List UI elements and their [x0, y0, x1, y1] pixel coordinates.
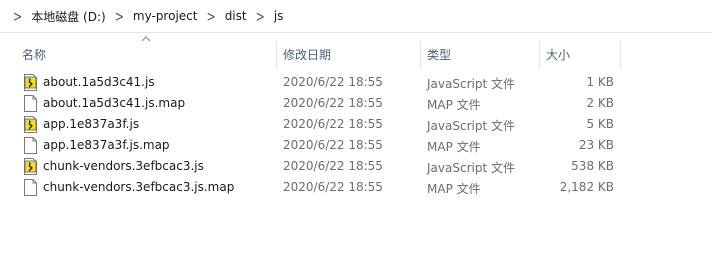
breadcrumb-separator-icon[interactable]: > [249, 7, 272, 25]
breadcrumb-item-drive[interactable]: 本地磁盘 (D:) [29, 8, 107, 25]
file-date: 2020/6/22 18:55 [283, 180, 383, 194]
file-name: about.1a5d3c41.js [43, 75, 155, 89]
file-row[interactable]: chunk-vendors.3efbcac3.js.map 2020/6/22 … [16, 177, 616, 198]
file-type: MAP 文件 [427, 182, 481, 196]
js-file-icon [24, 158, 37, 175]
breadcrumb-separator-icon[interactable]: > [199, 7, 222, 25]
js-file-icon [24, 116, 37, 133]
column-header-date[interactable]: 修改日期 [283, 46, 331, 63]
column-header-name[interactable]: 名称 [22, 46, 46, 63]
column-divider[interactable] [276, 41, 277, 69]
column-divider[interactable] [620, 41, 621, 69]
sort-ascending-icon [141, 36, 151, 42]
breadcrumb-separator-icon[interactable]: > [108, 7, 131, 25]
file-name: about.1a5d3c41.js.map [43, 96, 186, 110]
generic-file-icon [24, 95, 37, 112]
breadcrumb-separator-icon[interactable]: > [6, 7, 29, 25]
column-header-size[interactable]: 大小 [546, 46, 570, 63]
file-type: JavaScript 文件 [427, 161, 515, 175]
generic-file-icon [24, 137, 37, 154]
generic-file-icon [24, 179, 37, 196]
breadcrumb-item-js[interactable]: js [272, 9, 286, 23]
column-header-type[interactable]: 类型 [427, 46, 451, 63]
file-name: app.1e837a3f.js.map [43, 138, 170, 152]
js-file-icon [24, 74, 37, 91]
file-size: 2,182 KB [559, 180, 614, 194]
file-date: 2020/6/22 18:55 [283, 96, 383, 110]
file-row[interactable]: about.1a5d3c41.js 2020/6/22 18:55 JavaSc… [16, 72, 616, 93]
breadcrumb-item-project[interactable]: my-project [131, 9, 200, 23]
file-type: JavaScript 文件 [427, 119, 515, 133]
column-divider[interactable] [539, 41, 540, 69]
address-bar[interactable]: > 本地磁盘 (D:) > my-project > dist > js [0, 0, 712, 33]
file-date: 2020/6/22 18:55 [283, 75, 383, 89]
file-size: 538 KB [571, 159, 614, 173]
file-date: 2020/6/22 18:55 [283, 117, 383, 131]
file-row[interactable]: app.1e837a3f.js.map 2020/6/22 18:55 MAP … [16, 135, 616, 156]
breadcrumb: > 本地磁盘 (D:) > my-project > dist > js [6, 0, 285, 32]
file-type: MAP 文件 [427, 98, 481, 112]
file-size: 2 KB [586, 96, 614, 110]
column-divider[interactable] [420, 41, 421, 69]
column-header: 名称 修改日期 类型 大小 [0, 33, 712, 71]
file-row[interactable]: chunk-vendors.3efbcac3.js 2020/6/22 18:5… [16, 156, 616, 177]
file-size: 23 KB [578, 138, 614, 152]
file-name: chunk-vendors.3efbcac3.js.map [43, 180, 235, 194]
file-name: app.1e837a3f.js [43, 117, 140, 131]
file-name: chunk-vendors.3efbcac3.js [43, 159, 204, 173]
file-size: 1 KB [586, 75, 614, 89]
file-date: 2020/6/22 18:55 [283, 159, 383, 173]
file-row[interactable]: app.1e837a3f.js 2020/6/22 18:55 JavaScri… [16, 114, 616, 135]
file-row[interactable]: about.1a5d3c41.js.map 2020/6/22 18:55 MA… [16, 93, 616, 114]
file-type: JavaScript 文件 [427, 77, 515, 91]
file-size: 5 KB [586, 117, 614, 131]
breadcrumb-item-dist[interactable]: dist [223, 9, 249, 23]
file-type: MAP 文件 [427, 140, 481, 154]
file-date: 2020/6/22 18:55 [283, 138, 383, 152]
